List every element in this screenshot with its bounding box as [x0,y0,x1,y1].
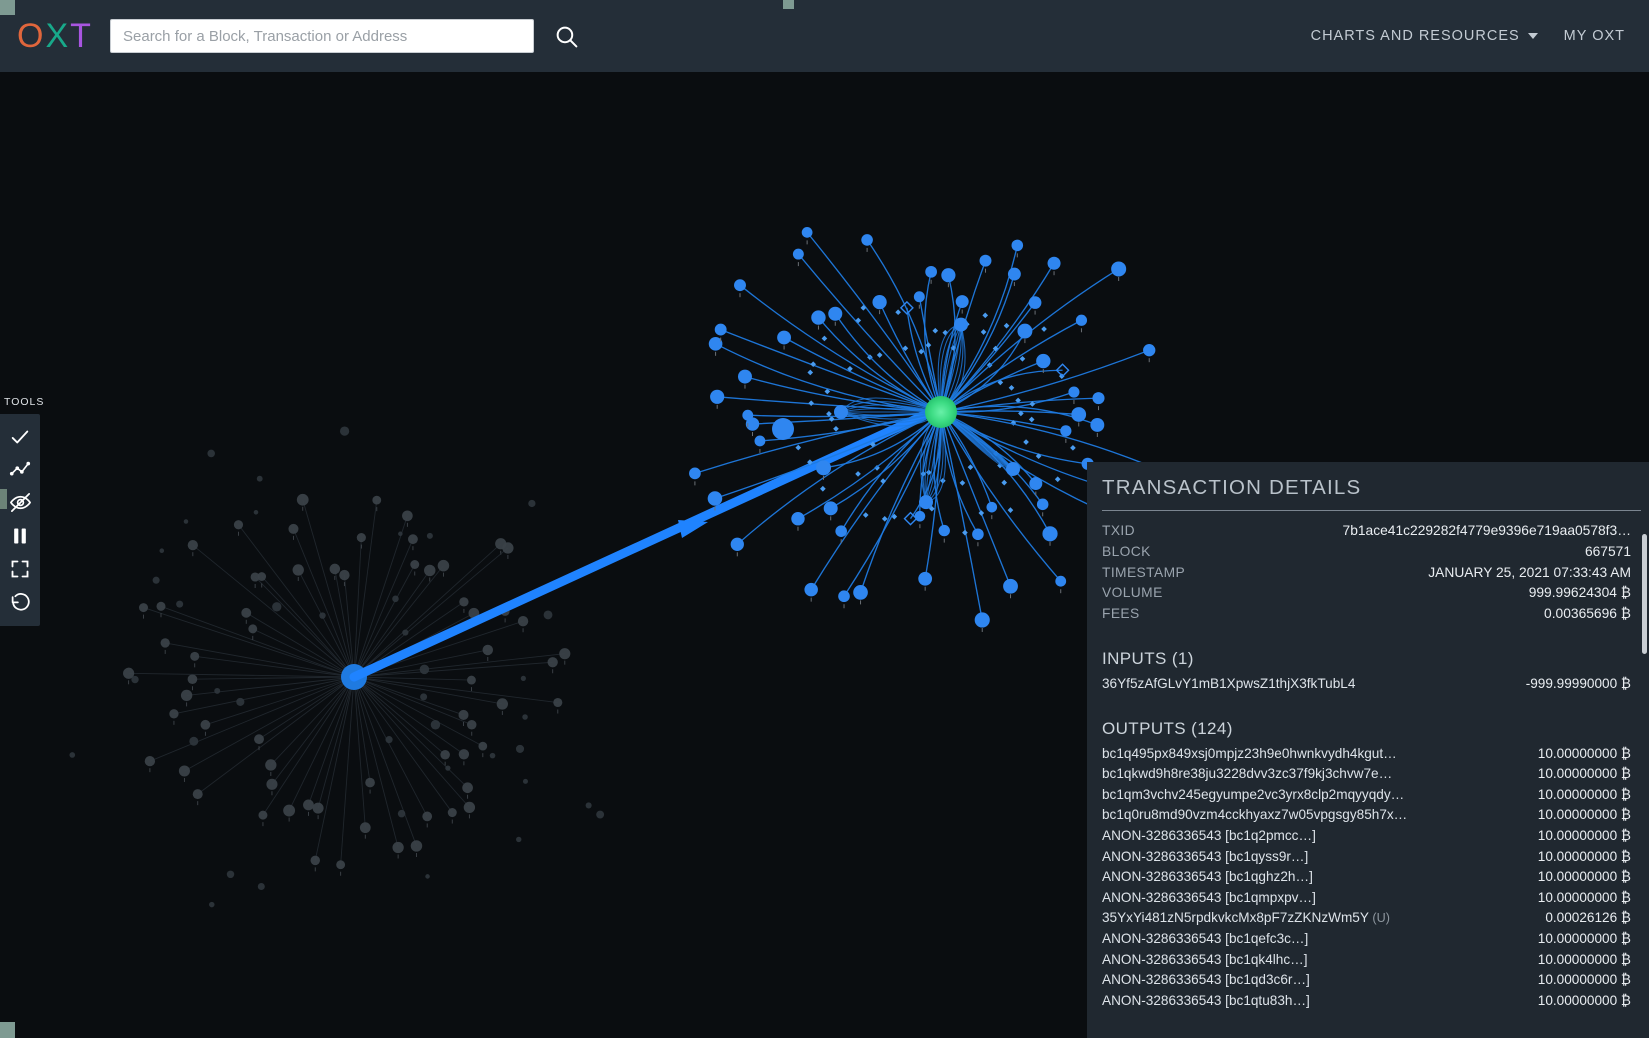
detail-key: TIMESTAMP [1102,565,1185,580]
search-area [110,19,582,53]
input-row[interactable]: 36Yf5zAfGLvY1mB1XpwsZ1thjX3fkTubL4 -999.9… [1102,676,1631,697]
output-row[interactable]: bc1q0ru8md90vzm4cckhyaxz7w05vpgsgy85h7x…… [1102,807,1631,828]
panel-scrollbar[interactable] [1642,534,1647,654]
source-cluster [69,426,604,907]
detail-row: FEES 0.00365696 ₿ [1102,606,1631,627]
address-label: ANON-3286336543 [bc1q2pmcc…] [1102,828,1316,843]
address-label: ANON-3286336543 [bc1qd3c6r…] [1102,972,1310,987]
chevron-down-icon [1528,33,1538,39]
nav-my-oxt-label: MY OXT [1564,28,1625,44]
amount-label: 10.00000000 ₿ [1538,828,1631,843]
top-bar-left: OXT [0,17,582,56]
outputs-list: bc1q495px849xsj0mpjz23h9e0hwnkvydh4kgut…… [1102,746,1631,1014]
address-label: ANON-3286336543 [bc1qk4lhc…] [1102,952,1308,967]
selection-handle-bottom-left[interactable] [0,1022,15,1038]
panel-title: TRANSACTION DETAILS [1087,462,1649,510]
logo-char-x: X [45,17,70,55]
output-row[interactable]: bc1q495px849xsj0mpjz23h9e0hwnkvydh4kgut…… [1102,746,1631,767]
amount-label: 10.00000000 ₿ [1538,952,1631,967]
address-label: ANON-3286336543 [bc1qefc3c…] [1102,931,1308,946]
tool-active-marker [0,489,7,509]
check-icon[interactable] [0,420,40,453]
amount-label: 10.00000000 ₿ [1538,746,1631,761]
amount-label: -999.99990000 ₿ [1526,676,1631,691]
nav-my-oxt[interactable]: MY OXT [1564,28,1625,44]
amount-label: 10.00000000 ₿ [1538,972,1631,987]
tools-label: TOOLS [4,396,44,408]
panel-body: TXID 7b1ace41c229282f4779e9396e719aa0578f… [1087,511,1649,1013]
nav-charts-label: CHARTS AND RESOURCES [1311,28,1520,44]
selection-handle-top-left[interactable] [0,0,15,15]
outputs-heading: OUTPUTS (124) [1102,719,1631,739]
amount-label: 10.00000000 ₿ [1538,993,1631,1008]
detail-row: BLOCK 667571 [1102,544,1631,565]
detail-key: FEES [1102,606,1140,621]
search-icon[interactable] [550,20,582,52]
detail-value: 7b1ace41c229282f4779e9396e719aa0578f3… [1343,523,1631,538]
address-label: 35YxYi481zN5rpdkvkcMx8pF7zZKNzWm5Y (U) [1102,910,1390,925]
inputs-list: 36Yf5zAfGLvY1mB1XpwsZ1thjX3fkTubL4 -999.9… [1102,676,1631,697]
pause-icon[interactable] [0,519,40,552]
fullscreen-icon[interactable] [0,552,40,585]
oxt-explorer-app: TOOLS [0,0,1649,1038]
line-chart-icon[interactable] [0,453,40,486]
top-bar-right: CHARTS AND RESOURCES MY OXT [1311,28,1649,44]
output-row[interactable]: 35YxYi481zN5rpdkvkcMx8pF7zZKNzWm5Y (U) 0.… [1102,910,1631,931]
detail-key: VOLUME [1102,585,1163,600]
detail-value: 0.00365696 ₿ [1544,606,1631,621]
detail-row: TIMESTAMP JANUARY 25, 2021 07:33:43 AM [1102,565,1631,586]
selection-handle-top-center[interactable] [783,0,794,9]
address-label: ANON-3286336543 [bc1qghz2h…] [1102,869,1313,884]
logo-char-t: T [70,17,93,55]
undo-icon[interactable] [0,585,40,618]
output-row[interactable]: ANON-3286336543 [bc1qefc3c…] 10.00000000 … [1102,931,1631,952]
output-row[interactable]: ANON-3286336543 [bc1qghz2h…] 10.00000000 … [1102,869,1631,890]
transaction-fields: TXID 7b1ace41c229282f4779e9396e719aa0578f… [1102,523,1631,627]
detail-key: TXID [1102,523,1135,538]
output-row[interactable]: ANON-3286336543 [bc1qmpxpv…] 10.00000000 … [1102,890,1631,911]
output-row[interactable]: ANON-3286336543 [bc1qyss9r…] 10.00000000 … [1102,849,1631,870]
output-row[interactable]: ANON-3286336543 [bc1qtu83h…] 10.00000000 … [1102,993,1631,1014]
output-row[interactable]: bc1qm3vchv245egyumpe2vc3yrx8clp2mqyyqdy…… [1102,787,1631,808]
address-label: ANON-3286336543 [bc1qtu83h…] [1102,993,1310,1008]
amount-label: 10.00000000 ₿ [1538,931,1631,946]
output-row[interactable]: ANON-3286336543 [bc1qk4lhc…] 10.00000000 … [1102,952,1631,973]
amount-label: 10.00000000 ₿ [1538,807,1631,822]
output-row[interactable]: bc1qkwd9h8re38ju3228dvv3zc37f9kj3chvw7e…… [1102,766,1631,787]
address-label: ANON-3286336543 [bc1qyss9r…] [1102,849,1308,864]
detail-value: 667571 [1585,544,1631,559]
unspent-flag: (U) [1369,911,1390,925]
tools-panel [0,414,40,626]
address-label: bc1qm3vchv245egyumpe2vc3yrx8clp2mqyyqdy… [1102,787,1404,802]
address-label: ANON-3286336543 [bc1qmpxpv…] [1102,890,1316,905]
detail-row: VOLUME 999.99624304 ₿ [1102,585,1631,606]
detail-value: JANUARY 25, 2021 07:33:43 AM [1428,565,1631,580]
detail-value: 999.99624304 ₿ [1529,585,1631,600]
graph-render-layer [69,227,1175,907]
inputs-heading: INPUTS (1) [1102,649,1631,669]
top-bar: OXT CHARTS AND RESOURCES MY OXT [0,0,1649,72]
amount-label: 10.00000000 ₿ [1538,849,1631,864]
search-input[interactable] [110,19,534,53]
address-label: 36Yf5zAfGLvY1mB1XpwsZ1thjX3fkTubL4 [1102,676,1355,691]
amount-label: 10.00000000 ₿ [1538,890,1631,905]
nav-charts-and-resources[interactable]: CHARTS AND RESOURCES [1311,28,1538,44]
detail-key: BLOCK [1102,544,1151,559]
logo-char-o: O [17,17,45,55]
amount-label: 0.00026126 ₿ [1545,910,1631,925]
address-label: bc1q0ru8md90vzm4cckhyaxz7w05vpgsgy85h7x… [1102,807,1407,822]
address-label: bc1q495px849xsj0mpjz23h9e0hwnkvydh4kgut… [1102,746,1397,761]
output-row[interactable]: ANON-3286336543 [bc1qd3c6r…] 10.00000000 … [1102,972,1631,993]
amount-label: 10.00000000 ₿ [1538,766,1631,781]
transaction-details-panel: TRANSACTION DETAILS TXID 7b1ace41c229282f… [1087,462,1649,1038]
address-label: bc1qkwd9h8re38ju3228dvv3zc37f9kj3chvw7e… [1102,766,1392,781]
amount-label: 10.00000000 ₿ [1538,869,1631,884]
output-row[interactable]: ANON-3286336543 [bc1q2pmcc…] 10.00000000 … [1102,828,1631,849]
detail-row: TXID 7b1ace41c229282f4779e9396e719aa0578f… [1102,523,1631,544]
amount-label: 10.00000000 ₿ [1538,787,1631,802]
oxt-logo[interactable]: OXT [0,17,110,56]
